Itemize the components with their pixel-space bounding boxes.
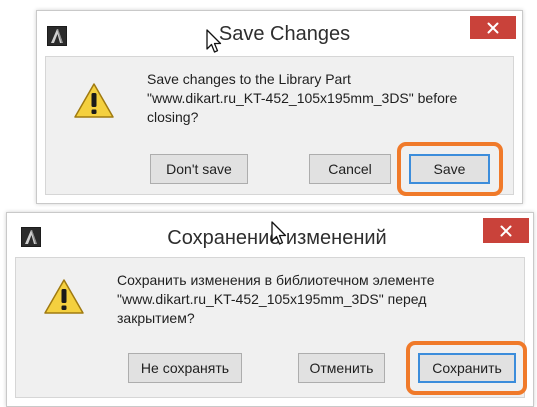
message-line: "www.dikart.ru_KT-452_105x195mm_3DS" пер… (117, 291, 427, 307)
close-icon (500, 225, 512, 236)
dialog-body: Save changes to the Library Part "www.di… (45, 56, 514, 196)
dont-save-button[interactable]: Don't save (150, 154, 248, 184)
message-line: закрытием? (117, 310, 195, 326)
save-button-highlight (397, 142, 503, 196)
close-icon (487, 22, 499, 33)
save-button-highlight (406, 341, 527, 395)
mouse-pointer-icon (206, 29, 222, 53)
mouse-pointer-icon (271, 221, 287, 245)
message-line: closing? (147, 109, 199, 125)
message-line: "www.dikart.ru_KT-452_105x195mm_3DS" bef… (147, 90, 458, 106)
dialog-titlebar[interactable]: Save Changes (37, 11, 522, 56)
save-changes-dialog-ru: Сохранение изменений Сохранить изменения… (6, 212, 534, 407)
dont-save-button[interactable]: Не сохранять (128, 353, 242, 383)
warning-icon (44, 279, 84, 314)
dialog-title: Save Changes (218, 23, 351, 45)
cancel-button[interactable]: Cancel (309, 154, 391, 184)
dialog-message: Save changes to the Library Part "www.di… (147, 70, 487, 127)
message-line: Сохранить изменения в библиотечном элеме… (117, 272, 435, 288)
warning-icon (74, 83, 114, 118)
close-button[interactable] (483, 218, 529, 243)
save-changes-dialog: Save Changes Save changes to the Library… (36, 10, 523, 204)
dialog-message: Сохранить изменения в библиотечном элеме… (117, 271, 477, 328)
close-button[interactable] (470, 16, 516, 39)
dialog-body: Сохранить изменения в библиотечном элеме… (15, 257, 527, 398)
message-line: Save changes to the Library Part (147, 71, 351, 87)
cancel-button[interactable]: Отменить (298, 353, 385, 383)
